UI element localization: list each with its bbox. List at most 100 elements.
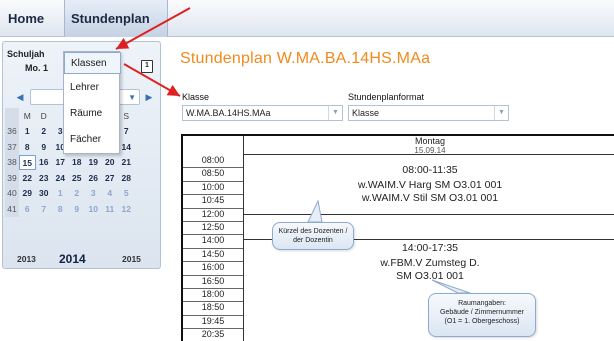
format-value: Klasse (352, 108, 380, 118)
calendar-day[interactable]: 8 (52, 201, 69, 217)
tab-home[interactable]: Home (2, 0, 50, 37)
time-slot: 19:45 (183, 316, 243, 330)
calendar-day[interactable]: 2 (69, 186, 86, 202)
calendar-day[interactable]: 18 (69, 155, 86, 171)
weekday-header: D (40, 110, 47, 121)
time-slot: 08:00 (183, 155, 243, 169)
weekday-header: M (23, 110, 31, 121)
calendar-week-row: 40 29 30 1 2 3 4 5 (5, 185, 135, 202)
calendar-day[interactable]: 6 (19, 201, 36, 217)
callout-text: Kürzel des Dozenten / (278, 228, 348, 235)
calendar-day[interactable]: 22 (19, 170, 36, 186)
klasse-label: Klasse (182, 92, 210, 102)
lesson-line: w.FBM.V Zumsteg D. (380, 257, 480, 269)
calendar-day[interactable]: 9 (69, 201, 86, 217)
page-title: Stundenplan W.MA.BA.14HS.MAa (180, 50, 431, 67)
format-select[interactable]: Klasse ▼ (348, 105, 509, 121)
calendar-week-row: 39 22 23 24 25 26 27 28 (5, 170, 135, 186)
calendar-day[interactable]: 1 (19, 124, 36, 140)
calendar-day[interactable]: 10 (85, 201, 102, 217)
callout-raum: Raumangaben: Gebäude / Zimmernummer (O1 … (428, 293, 536, 337)
time-slot: 14:00 (183, 235, 243, 249)
calendar-day[interactable]: 28 (118, 170, 135, 186)
time-slot: 10:00 (183, 182, 243, 196)
calendar-week-row: 38 15 16 17 18 19 20 21 (5, 154, 135, 171)
week-header (5, 108, 19, 124)
calendar-day[interactable]: 7 (36, 201, 53, 217)
day-date: 15.09.14 (414, 146, 446, 155)
calendar-day[interactable]: 11 (102, 201, 119, 217)
week-number: 41 (5, 201, 19, 217)
day-name: Montag (414, 136, 446, 146)
lesson-line: w.WAIM.V Harg SM O3.01 001 (357, 179, 503, 191)
calendar-day[interactable]: 24 (52, 170, 69, 186)
menu-item-raeume[interactable]: Räume (64, 103, 121, 125)
lesson-block-border (244, 214, 614, 215)
calendar-day[interactable]: 19 (85, 155, 102, 171)
week-number: 36 (5, 123, 19, 139)
year-prev[interactable]: 2013 (17, 254, 36, 264)
time-slot: 10:45 (183, 195, 243, 209)
year-next[interactable]: 2015 (122, 254, 141, 264)
time-slot: 14:50 (183, 249, 243, 263)
week-number: 37 (5, 139, 19, 155)
lesson-time: 08:00-11:35 (402, 164, 458, 176)
menu-item-lehrer[interactable]: Lehrer (64, 77, 121, 99)
calendar-day[interactable]: 16 (36, 155, 53, 171)
calendar-day[interactable]: 8 (19, 139, 36, 155)
time-slot: 08:50 (183, 168, 243, 182)
top-nav-bar: Home Stundenplan (0, 0, 614, 37)
time-slot: 18:00 (183, 289, 243, 303)
time-slot: 16:50 (183, 276, 243, 289)
menu-item-faecher[interactable]: Fächer (64, 129, 121, 151)
calendar-day[interactable]: 23 (36, 170, 53, 186)
week-number: 38 (5, 154, 19, 170)
time-slot: 18:50 (183, 302, 243, 316)
selected-date-label: Mo. 1 (25, 63, 49, 73)
time-slot: 16:00 (183, 262, 243, 276)
lesson-block-1[interactable]: 08:00-11:35 w.WAIM.V Harg SM O3.01 001 w… (244, 164, 614, 204)
callout-text: der Dozentin (293, 237, 333, 244)
lesson-line: SM O3.01 001 (396, 270, 464, 282)
app-root: Home Stundenplan Schuljah Mo. 1 1 ◀ ▼ ▶ … (0, 0, 614, 341)
calendar-day[interactable]: 1 (52, 186, 69, 202)
lesson-line: w.WAIM.V Stil SM O3.01 001 (361, 192, 499, 204)
chevron-down-icon: ▼ (128, 93, 136, 102)
week-number: 40 (5, 185, 19, 201)
callout-text: Gebäude / Zimmernummer (439, 309, 525, 316)
next-month-icon[interactable]: ▶ (142, 88, 156, 106)
year-selector: 2013 2014 2015 (3, 252, 162, 268)
chevron-down-icon: ▼ (494, 106, 508, 120)
calendar-day[interactable]: 21 (118, 155, 135, 171)
format-label: Stundenplanformat (348, 92, 425, 102)
calendar-day[interactable]: 26 (85, 170, 102, 186)
calendar-day[interactable]: 15 (19, 154, 36, 170)
schuljahr-label: Schuljah (7, 49, 45, 59)
calendar-day[interactable]: 4 (102, 186, 119, 202)
calendar-day[interactable]: 17 (52, 155, 69, 171)
timetable-grid: Montag 15.09.14 08:00 08:50 10:00 10:45 12:0… (181, 134, 614, 341)
tab-stundenplan[interactable]: Stundenplan (64, 0, 168, 37)
klasse-select[interactable]: W.MA.BA.14HS.MAa ▼ (182, 105, 343, 121)
calendar-day[interactable]: 2 (36, 124, 53, 140)
klasse-value: W.MA.BA.14HS.MAa (186, 108, 271, 118)
chevron-down-icon: ▼ (328, 106, 342, 120)
calendar-day[interactable]: 9 (36, 139, 53, 155)
calendar-day[interactable]: 25 (69, 170, 86, 186)
previous-month-icon[interactable]: ◀ (13, 88, 27, 106)
calendar-day[interactable]: 29 (19, 186, 36, 202)
calendar-day[interactable]: 27 (102, 170, 119, 186)
callout-dozent: Kürzel des Dozenten / der Dozentin (272, 222, 354, 250)
calendar-day[interactable]: 3 (85, 186, 102, 202)
year-current[interactable]: 2014 (59, 252, 86, 266)
calendar-day[interactable]: 5 (118, 186, 135, 202)
calendar-day[interactable]: 20 (102, 155, 119, 171)
calendar-icon[interactable]: 1 (141, 60, 153, 73)
callout-text: Raumangaben: (458, 300, 506, 307)
calendar-day[interactable]: 30 (36, 186, 53, 202)
calendar-day[interactable]: 12 (118, 201, 135, 217)
menu-item-klassen[interactable]: Klassen (64, 52, 121, 74)
time-slot: 12:50 (183, 222, 243, 236)
stundenplan-dropdown-menu: Klassen Lehrer Räume Fächer (63, 51, 121, 154)
callout-text: (O1 = 1. Obergeschoss) (444, 318, 520, 325)
